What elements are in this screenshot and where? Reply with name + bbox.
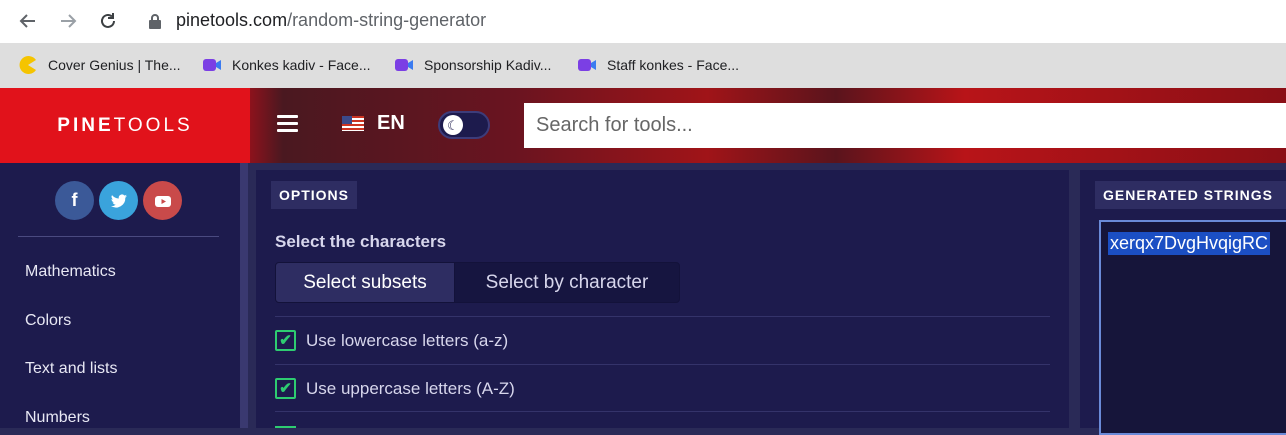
bookmark-label: Konkes kadiv - Face... [232, 57, 371, 73]
select-characters-label: Select the characters [275, 232, 447, 251]
bookmark-label: Staff konkes - Face... [607, 57, 740, 73]
video-call-icon [394, 55, 414, 75]
options-title: OPTIONS [271, 181, 358, 209]
bookmark-item[interactable]: Konkes kadiv - Face... [202, 53, 371, 77]
language-selector[interactable]: EN [342, 112, 405, 135]
generated-title: GENERATED STRINGS [1095, 181, 1286, 209]
lowercase-checkbox[interactable]: ✔ [275, 330, 296, 351]
sidebar-scrollbar[interactable] [240, 163, 248, 428]
lowercase-label: Use lowercase letters (a-z) [306, 330, 509, 350]
arrow-right-icon [61, 14, 77, 28]
site-header: PINETOOLS EN ☾ [0, 88, 1286, 163]
uppercase-checkbox[interactable]: ✔ [275, 378, 296, 399]
back-button[interactable] [14, 7, 42, 35]
sidebar-item-colors[interactable]: Colors [25, 312, 71, 330]
sidebar-item-text-and-lists[interactable]: Text and lists [25, 360, 117, 378]
video-call-icon [202, 55, 222, 75]
sidebar-item-numbers[interactable]: Numbers [25, 409, 90, 427]
browser-chrome: pinetools.com/random-string-generator Co… [0, 0, 1286, 88]
generated-strings-textarea[interactable]: xerqx7DvgHvqigRC [1099, 220, 1286, 435]
generated-string: xerqx7DvgHvqigRC [1108, 232, 1271, 255]
video-call-icon [577, 55, 597, 75]
reload-button[interactable] [94, 7, 122, 35]
bookmark-item[interactable]: Sponsorship Kadiv... [394, 53, 551, 77]
moon-icon: ☾ [443, 115, 463, 135]
tab-select-subsets[interactable]: Select subsets [275, 262, 455, 303]
url-text[interactable]: pinetools.com/random-string-generator [176, 10, 486, 31]
youtube-icon[interactable] [143, 181, 182, 220]
reload-icon [101, 13, 115, 28]
lock-icon [149, 14, 161, 29]
twitter-icon[interactable] [99, 181, 138, 220]
tab-select-by-character[interactable]: Select by character [454, 262, 680, 303]
us-flag-icon [342, 116, 364, 131]
uppercase-label: Use uppercase letters (A-Z) [306, 378, 515, 398]
search-input[interactable] [524, 103, 1286, 148]
bookmark-label: Cover Genius | The... [48, 57, 181, 73]
bookmarks-bar: Cover Genius | The... Konkes kadiv - Fac… [0, 43, 1286, 88]
bookmark-item[interactable]: Staff konkes - Face... [577, 53, 739, 77]
bookmark-item[interactable]: Cover Genius | The... [18, 53, 181, 77]
sidebar-item-mathematics[interactable]: Mathematics [25, 263, 116, 281]
checkmark-icon: ✔ [279, 380, 292, 397]
option-row-lowercase[interactable]: ✔ Use lowercase letters (a-z) [275, 316, 1050, 364]
menu-icon[interactable] [277, 115, 298, 133]
option-row-next[interactable] [275, 411, 1050, 428]
forward-button[interactable] [54, 7, 82, 35]
checkmark-icon: ✔ [279, 332, 292, 349]
dark-mode-toggle[interactable]: ☾ [438, 111, 490, 139]
pacman-icon [18, 55, 38, 75]
logo-thin: TOOLS [113, 114, 193, 136]
option-row-uppercase[interactable]: ✔ Use uppercase letters (A-Z) [275, 364, 1050, 412]
logo[interactable]: PINETOOLS [0, 88, 250, 163]
arrow-left-icon [19, 14, 35, 28]
url-path: /random-string-generator [287, 10, 487, 30]
url-domain: pinetools.com [176, 10, 288, 30]
logo-bold: PINE [57, 114, 114, 136]
sidebar-divider [18, 236, 219, 237]
bookmark-label: Sponsorship Kadiv... [424, 57, 552, 73]
facebook-icon[interactable]: f [55, 181, 94, 220]
language-label: EN [377, 112, 405, 134]
